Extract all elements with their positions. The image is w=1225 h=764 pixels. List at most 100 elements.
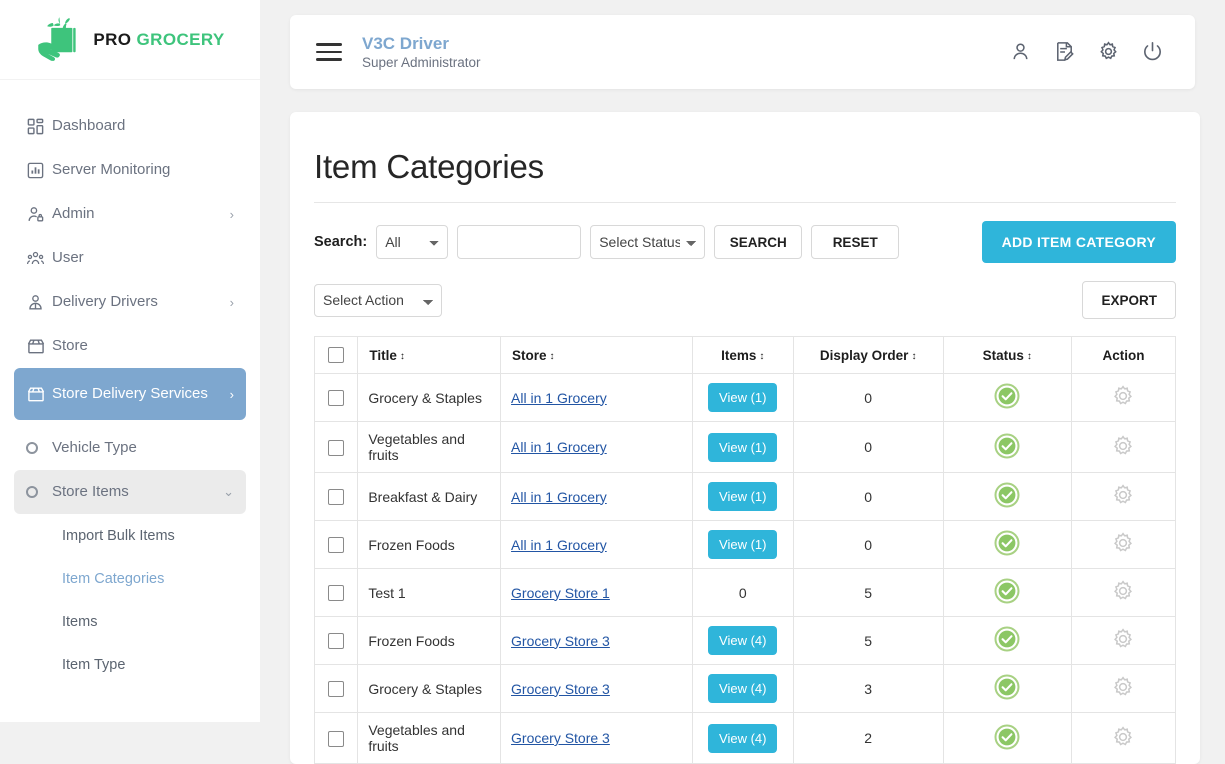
sidebar-subitem-item-categories[interactable]: Item Categories — [0, 557, 260, 600]
view-items-button[interactable]: View (1) — [708, 530, 778, 559]
status-active-icon[interactable] — [994, 626, 1020, 652]
reset-button[interactable]: RESET — [811, 225, 900, 259]
store-link[interactable]: All in 1 Grocery — [511, 537, 607, 553]
store-link[interactable]: Grocery Store 3 — [511, 633, 610, 649]
column-header-title[interactable]: Title ↕ — [357, 336, 502, 374]
store-link[interactable]: All in 1 Grocery — [511, 439, 607, 455]
sort-icon[interactable]: ↕ — [911, 351, 916, 362]
status-filter-select[interactable]: Select Status — [590, 225, 706, 259]
cell-title: Vegetables and fruits — [357, 421, 502, 473]
row-checkbox[interactable] — [328, 681, 345, 698]
search-scope-select[interactable]: All — [376, 225, 449, 259]
cell-title: Vegetables and fruits — [357, 712, 502, 764]
sort-icon[interactable]: ↕ — [550, 351, 555, 362]
sidebar-item-delivery-drivers[interactable]: Delivery Drivers › — [14, 280, 246, 324]
bulk-action-select[interactable]: Select Action — [314, 283, 442, 317]
sidebar-item-store-delivery-services[interactable]: Store Delivery Services › — [14, 368, 246, 420]
row-checkbox[interactable] — [328, 585, 345, 602]
status-active-icon[interactable] — [994, 433, 1020, 459]
sidebar-item-vehicle-type[interactable]: Vehicle Type — [14, 426, 246, 470]
sidebar-item-user[interactable]: User — [14, 236, 246, 280]
circle-bullet-icon — [26, 437, 52, 459]
column-header-status[interactable]: Status ↕ — [942, 336, 1072, 374]
page-title: Item Categories — [314, 148, 544, 185]
cell-title: Test 1 — [357, 568, 502, 617]
export-button[interactable]: EXPORT — [1082, 281, 1176, 319]
cell-items: 0 — [691, 568, 794, 617]
hamburger-menu-icon[interactable] — [316, 43, 342, 61]
row-select-cell — [313, 616, 359, 665]
power-icon[interactable] — [1141, 40, 1165, 64]
select-all-checkbox[interactable] — [328, 347, 345, 364]
gear-icon[interactable] — [1111, 579, 1135, 603]
status-active-icon[interactable] — [994, 482, 1020, 508]
brand-logo[interactable]: PRO GROCERY — [0, 0, 260, 80]
table-row: Breakfast & Dairy All in 1 Grocery View (1… — [313, 472, 1177, 521]
search-label: Search: — [314, 234, 368, 250]
cell-status — [942, 712, 1072, 764]
column-label: Items — [721, 347, 757, 363]
store-link[interactable]: Grocery Store 3 — [511, 730, 610, 746]
search-button[interactable]: SEARCH — [714, 225, 803, 259]
view-items-button[interactable]: View (4) — [708, 723, 778, 753]
store-link[interactable]: Grocery Store 3 — [511, 681, 610, 697]
gear-icon[interactable] — [1111, 483, 1135, 507]
sort-icon[interactable]: ↕ — [400, 351, 405, 362]
status-active-icon[interactable] — [994, 674, 1020, 700]
view-items-button[interactable]: View (1) — [708, 383, 778, 412]
header-user-block[interactable]: V3C Driver Super Administrator — [362, 33, 481, 72]
edit-document-icon[interactable] — [1053, 40, 1077, 64]
status-active-icon[interactable] — [994, 530, 1020, 556]
gear-icon[interactable] — [1111, 725, 1135, 749]
gear-icon[interactable] — [1111, 627, 1135, 651]
gear-icon[interactable] — [1111, 675, 1135, 699]
admin-user-lock-icon — [26, 203, 52, 225]
add-item-category-button[interactable]: ADD ITEM CATEGORY — [981, 221, 1176, 263]
sort-icon[interactable]: ↕ — [1027, 351, 1032, 362]
chevron-down-icon: ⌄ — [223, 484, 234, 499]
row-checkbox[interactable] — [328, 390, 345, 407]
status-active-icon[interactable] — [994, 383, 1020, 409]
row-checkbox[interactable] — [328, 439, 345, 456]
sort-icon[interactable]: ↕ — [759, 351, 764, 362]
row-checkbox[interactable] — [328, 537, 345, 554]
circle-bullet-icon — [26, 481, 52, 503]
sidebar-item-store-items[interactable]: Store Items ⌄ — [14, 470, 246, 514]
search-input[interactable] — [457, 225, 582, 259]
view-items-button[interactable]: View (1) — [708, 482, 778, 511]
sidebar-item-label: Store Delivery Services — [52, 385, 208, 403]
gear-icon[interactable] — [1111, 384, 1135, 408]
row-checkbox[interactable] — [328, 489, 345, 506]
gear-icon[interactable] — [1097, 40, 1121, 64]
view-items-button[interactable]: View (4) — [708, 626, 778, 655]
cell-status — [942, 568, 1072, 617]
column-header-display-order[interactable]: Display Order ↕ — [792, 336, 944, 374]
sidebar-subitem-items[interactable]: Items — [0, 600, 260, 643]
status-active-icon[interactable] — [994, 724, 1020, 750]
sidebar-subitem-item-type[interactable]: Item Type — [0, 643, 260, 686]
sidebar-item-server-monitoring[interactable]: Server Monitoring — [14, 148, 246, 192]
row-checkbox[interactable] — [328, 633, 345, 650]
store-link[interactable]: Grocery Store 1 — [511, 585, 610, 601]
profile-icon[interactable] — [1009, 40, 1033, 64]
row-checkbox[interactable] — [328, 730, 345, 747]
store-link[interactable]: All in 1 Grocery — [511, 489, 607, 505]
store-link[interactable]: All in 1 Grocery — [511, 390, 607, 406]
cell-items: View (4) — [691, 616, 794, 665]
sidebar-item-admin[interactable]: Admin › — [14, 192, 246, 236]
status-active-icon[interactable] — [994, 578, 1020, 604]
sidebar-item-store[interactable]: Store — [14, 324, 246, 368]
sidebar-item-dashboard[interactable]: Dashboard — [14, 104, 246, 148]
column-header-store[interactable]: Store ↕ — [500, 336, 693, 374]
view-items-button[interactable]: View (1) — [708, 432, 778, 462]
gear-icon[interactable] — [1111, 434, 1135, 458]
gear-icon[interactable] — [1111, 531, 1135, 555]
cell-items: View (1) — [691, 421, 794, 473]
sidebar-subitem-import-bulk-items[interactable]: Import Bulk Items — [0, 514, 260, 557]
cell-items: View (1) — [691, 373, 794, 422]
column-header-items[interactable]: Items ↕ — [691, 336, 794, 374]
table-row: Vegetables and fruits Grocery Store 3 View… — [313, 712, 1177, 764]
cell-store: Grocery Store 3 — [500, 616, 693, 665]
view-items-button[interactable]: View (4) — [708, 674, 778, 703]
cell-store: Grocery Store 1 — [500, 568, 693, 617]
